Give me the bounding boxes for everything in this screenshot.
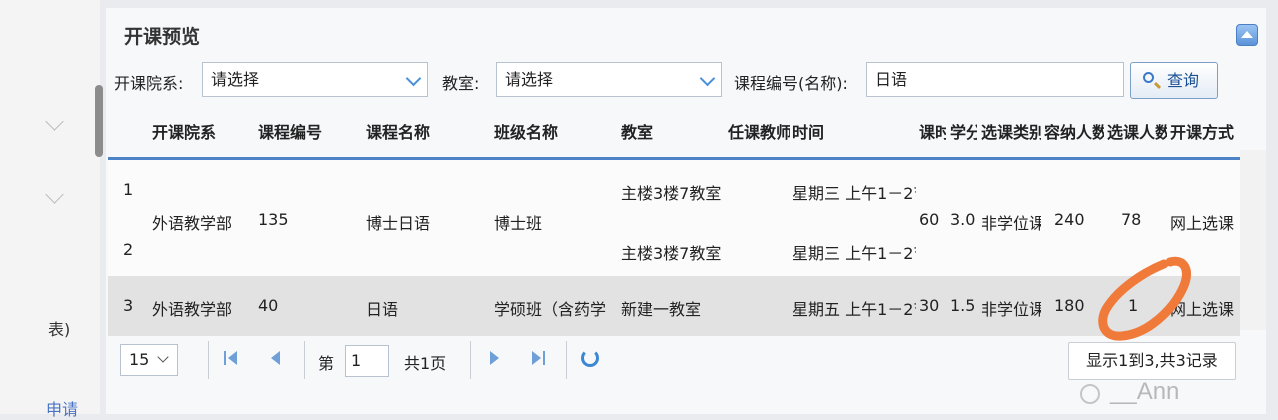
table-row-selected[interactable]: 3 外语教学部 40 日语 学硕班（含药学 新建一教室 星期五 上午1－2节 3…: [108, 276, 1240, 336]
last-page-icon: [532, 351, 541, 365]
dept-filter-label: 开课院系:: [114, 74, 184, 93]
time-cell: 星期三 上午1－2节: [792, 244, 916, 263]
next-page-icon: [490, 351, 499, 365]
hours-cell: 60: [919, 210, 940, 229]
column-header[interactable]: 选课人数: [1107, 119, 1167, 143]
room-select-value: 请选择: [505, 70, 554, 89]
page-prefix-label: 第: [318, 354, 335, 373]
chevron-down-icon: [405, 70, 422, 87]
time-cell: 星期三 上午1－2节: [792, 184, 916, 203]
course-search-input[interactable]: 日语: [866, 62, 1124, 97]
pager-divider: [566, 341, 567, 379]
hours-cell: 30: [919, 296, 940, 315]
dept-cell: 外语教学部: [152, 300, 233, 319]
column-header[interactable]: 开课方式: [1170, 119, 1240, 143]
prev-page-icon: [271, 351, 280, 365]
column-header[interactable]: 任课教师: [728, 119, 790, 143]
category-cell: 非学位课: [981, 300, 1041, 319]
row-index: 3: [123, 296, 134, 315]
row-index: 2: [123, 240, 134, 259]
left-scrollbar-thumb[interactable]: [95, 85, 103, 157]
course-table: 开课院系 课程编号 课程名称 班级名称 教室 任课教师 时间 课时 学分 选课类…: [108, 104, 1240, 336]
room-cell: 主楼3楼7教室: [621, 184, 722, 203]
left-menu-link-fragment[interactable]: 申请: [46, 396, 78, 420]
search-button[interactable]: 查询: [1130, 62, 1218, 99]
first-page-button[interactable]: [222, 348, 242, 368]
class-name-cell: 博士班: [494, 214, 543, 233]
left-side-panel: 表) 申请: [0, 0, 103, 419]
pager-divider: [470, 341, 471, 379]
code-cell: 40: [258, 296, 279, 315]
first-page-icon: [228, 351, 237, 365]
column-header[interactable]: 选课类别: [981, 119, 1041, 143]
pager-divider: [208, 341, 209, 379]
search-icon: [1143, 72, 1154, 83]
last-page-button[interactable]: [528, 348, 548, 368]
chevron-left-icon[interactable]: [45, 112, 64, 131]
course-name-cell: 日语: [366, 300, 399, 319]
course-filter-label: 课程编号(名称):: [734, 74, 848, 93]
hand-drawn-circle-annotation: [1098, 256, 1191, 341]
panel-title: 开课预览: [124, 26, 201, 48]
row-index: 1: [123, 180, 134, 199]
credit-cell: 1.5: [950, 296, 976, 315]
table-header-row: 开课院系 课程编号 课程名称 班级名称 教室 任课教师 时间 课时 学分 选课类…: [108, 104, 1240, 160]
category-cell: 非学位课: [981, 214, 1041, 233]
dept-cell: 外语教学部: [152, 214, 233, 233]
left-menu-fragment[interactable]: 表): [48, 316, 70, 340]
chevron-down-icon: [157, 351, 169, 363]
column-header[interactable]: 学分: [950, 119, 977, 143]
record-summary: 显示1到3,共3记录: [1068, 342, 1236, 380]
table-row[interactable]: 1 2 外语教学部 135 博士日语 博士班 主楼3楼7教室 主楼3楼7教室 星…: [108, 160, 1240, 276]
time-cell: 星期五 上午1－2节: [792, 300, 916, 319]
code-cell: 135: [258, 210, 289, 229]
prev-page-button[interactable]: [266, 348, 286, 368]
credit-cell: 3.0: [950, 210, 976, 229]
page-size-value: 15: [129, 350, 150, 369]
column-header[interactable]: 课程编号: [258, 119, 358, 143]
next-page-button[interactable]: [485, 348, 505, 368]
watermark-text: __Ann: [1110, 378, 1180, 405]
room-cell: 主楼3楼7教室: [621, 244, 722, 263]
class-name-cell: 学硕班（含药学: [494, 300, 607, 319]
pager-divider: [304, 341, 305, 379]
room-select[interactable]: 请选择: [496, 62, 722, 97]
table-scrollbar[interactable]: [1240, 150, 1266, 330]
column-header[interactable]: 课程名称: [366, 119, 466, 143]
column-header[interactable]: 开课院系: [152, 119, 252, 143]
room-filter-label: 教室:: [442, 74, 480, 93]
chevron-down-icon: [699, 70, 716, 87]
column-header[interactable]: 班级名称: [494, 119, 594, 143]
collapse-button[interactable]: [1236, 24, 1258, 46]
dept-select[interactable]: 请选择: [202, 62, 428, 97]
dept-select-value: 请选择: [211, 70, 260, 89]
page-total-label: 共1页: [404, 354, 447, 373]
enrolled-cell: 78: [1121, 210, 1142, 229]
watermark-logo-icon: [1080, 384, 1100, 404]
chevron-left-icon[interactable]: [45, 185, 64, 204]
room-cell: 新建一教室: [621, 300, 702, 319]
page-number-input[interactable]: 1: [345, 345, 389, 377]
refresh-icon: [581, 349, 599, 367]
first-page-icon: [224, 351, 226, 365]
last-page-icon: [543, 351, 545, 365]
column-header[interactable]: 课时: [919, 119, 946, 143]
annotation-stroke: [1098, 256, 1191, 341]
course-preview-panel: 开课预览 开课院系: 请选择 教室: 请选择 课程编号(名称): 日语 查询 开…: [106, 8, 1266, 414]
capacity-cell: 240: [1054, 210, 1085, 229]
search-button-label: 查询: [1167, 71, 1200, 90]
column-header[interactable]: 容纳人数: [1044, 119, 1104, 143]
column-header[interactable]: 时间: [792, 119, 852, 143]
mode-cell: 网上选课: [1170, 214, 1235, 233]
course-name-cell: 博士日语: [366, 214, 431, 233]
refresh-button[interactable]: [580, 348, 600, 368]
column-header[interactable]: 教室: [621, 119, 681, 143]
page-size-select[interactable]: 15: [120, 344, 178, 376]
